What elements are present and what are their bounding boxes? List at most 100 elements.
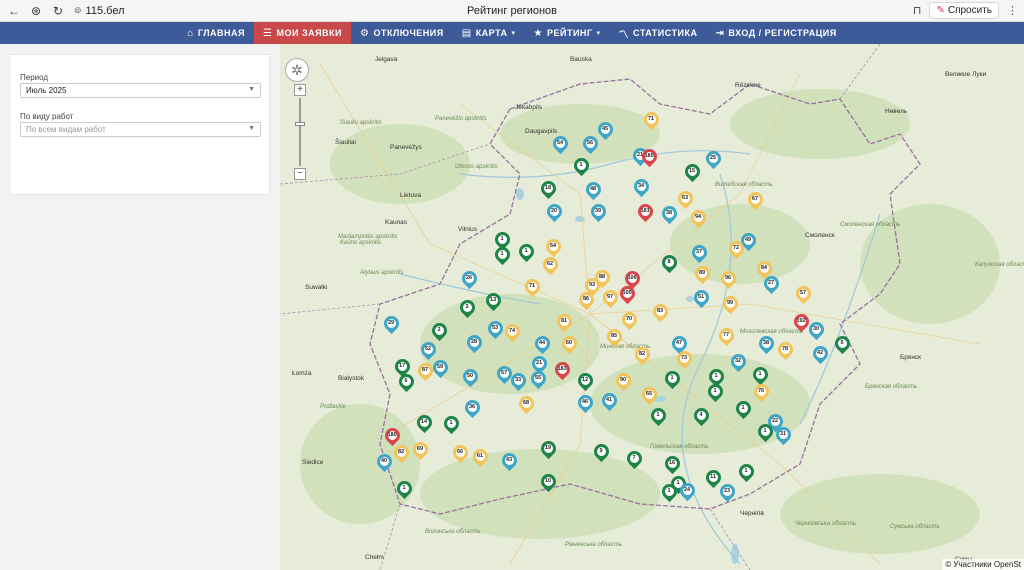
region-marker-green[interactable]: 1 (515, 240, 537, 264)
region-marker-green[interactable]: 1 (658, 480, 680, 504)
region-marker-green[interactable]: 18 (537, 177, 559, 201)
region-marker-yellow[interactable]: 70 (618, 308, 640, 332)
region-marker-yellow[interactable]: 77 (715, 324, 737, 348)
region-marker-green[interactable]: 1 (647, 404, 669, 428)
region-marker-green[interactable]: 1 (393, 477, 415, 501)
region-marker-green[interactable]: 19 (537, 437, 559, 461)
region-marker-green[interactable]: 9 (590, 440, 612, 464)
region-marker-yellow[interactable]: 81 (553, 310, 575, 334)
region-marker-yellow[interactable]: 57 (792, 282, 814, 306)
nav-item-3[interactable]: ▤ КАРТА ▾ (453, 22, 525, 44)
region-marker-blue[interactable]: 25 (702, 147, 724, 171)
worktype-select[interactable]: По всем видам работ ▼ (20, 122, 261, 137)
region-marker-yellow[interactable]: 78 (774, 338, 796, 362)
nav-item-4[interactable]: ★ РЕЙТИНГ ▾ (525, 22, 610, 44)
region-marker-yellow[interactable]: 60 (558, 332, 580, 356)
period-select[interactable]: Июль 2025 ▼ (20, 83, 261, 98)
region-marker-blue[interactable]: 50 (459, 365, 481, 389)
region-marker-green[interactable]: 1 (570, 154, 592, 178)
region-marker-yellow[interactable]: 65 (638, 383, 660, 407)
region-marker-green[interactable]: 1 (704, 380, 726, 404)
region-marker-yellow[interactable]: 94 (687, 206, 709, 230)
region-marker-blue[interactable]: 38 (755, 332, 777, 356)
zoom-slider[interactable] (295, 98, 305, 166)
region-marker-yellow[interactable]: 97 (599, 286, 621, 310)
region-marker-yellow[interactable]: 88 (591, 266, 613, 290)
region-marker-yellow[interactable]: 73 (673, 347, 695, 371)
map-attribution[interactable]: © Участники OpenSt (942, 559, 1024, 570)
nav-item-0[interactable]: ⌂ ГЛАВНАЯ (178, 22, 254, 44)
address-bar[interactable]: ⊚ 115.бел (74, 5, 125, 17)
region-marker-yellow[interactable]: 61 (469, 445, 491, 469)
region-marker-blue[interactable]: 33 (507, 369, 529, 393)
region-marker-yellow[interactable]: 68 (515, 392, 537, 416)
zoom-in-button[interactable]: + (294, 84, 306, 96)
region-marker-green[interactable]: 2 (428, 319, 450, 343)
shield-icon[interactable]: ⊛ (28, 3, 44, 19)
region-marker-blue[interactable]: 28 (463, 331, 485, 355)
region-marker-blue[interactable]: 38 (658, 202, 680, 226)
region-marker-blue[interactable]: 54 (549, 132, 571, 156)
region-marker-yellow[interactable]: 62 (539, 253, 561, 277)
region-marker-blue[interactable]: 24 (676, 479, 698, 503)
region-marker-yellow[interactable]: 87 (414, 359, 436, 383)
region-marker-red[interactable]: 192 (790, 310, 812, 334)
ask-button[interactable]: ✎ Спросить (929, 2, 999, 19)
region-marker-green[interactable]: 15 (681, 160, 703, 184)
region-marker-blue[interactable]: 56 (579, 132, 601, 156)
region-marker-yellow[interactable]: 67 (744, 188, 766, 212)
region-marker-blue[interactable]: 46 (574, 391, 596, 415)
region-marker-blue[interactable]: 42 (809, 342, 831, 366)
region-marker-green[interactable]: 1 (661, 367, 683, 391)
back-arrow-icon[interactable]: ← (6, 3, 22, 19)
region-marker-blue[interactable]: 59 (429, 356, 451, 380)
region-marker-blue[interactable]: 30 (805, 318, 827, 342)
region-marker-yellow[interactable]: 71 (640, 108, 662, 132)
region-marker-yellow[interactable]: 89 (691, 262, 713, 286)
region-marker-blue[interactable]: 57 (493, 362, 515, 386)
region-marker-yellow[interactable]: 72 (725, 237, 747, 261)
region-marker-green[interactable]: 11 (702, 466, 724, 490)
region-marker-green[interactable]: 1 (491, 243, 513, 267)
region-marker-blue[interactable]: 32 (727, 350, 749, 374)
region-marker-yellow[interactable]: 83 (649, 300, 671, 324)
region-marker-blue[interactable]: 40 (373, 450, 395, 474)
region-marker-green[interactable]: 16 (661, 452, 683, 476)
region-marker-green[interactable]: 10 (537, 470, 559, 494)
layers-gear-icon[interactable]: ✲ (285, 58, 309, 82)
region-marker-blue[interactable]: 37 (688, 241, 710, 265)
zoom-out-button[interactable]: − (294, 168, 306, 180)
region-marker-green[interactable]: 1 (732, 397, 754, 421)
region-marker-blue[interactable]: 55 (527, 367, 549, 391)
region-marker-blue[interactable]: 39 (587, 200, 609, 224)
region-marker-green[interactable]: 14 (413, 411, 435, 435)
region-marker-green[interactable]: 12 (574, 369, 596, 393)
nav-item-5[interactable]: 〽 СТАТИСТИКА (610, 22, 707, 44)
region-marker-yellow[interactable]: 96 (717, 267, 739, 291)
region-marker-blue[interactable]: 29 (380, 312, 402, 336)
region-marker-blue[interactable]: 51 (690, 286, 712, 310)
nav-item-2[interactable]: ⚙ ОТКЛЮЧЕНИЯ (351, 22, 453, 44)
reload-icon[interactable]: ↻ (50, 3, 66, 19)
region-marker-green[interactable]: 1 (735, 460, 757, 484)
region-marker-blue[interactable]: 26 (458, 267, 480, 291)
region-marker-blue[interactable]: 44 (531, 332, 553, 356)
region-marker-yellow[interactable]: 82 (631, 343, 653, 367)
region-marker-blue[interactable]: 43 (498, 449, 520, 473)
region-marker-red[interactable]: 105 (616, 282, 638, 306)
regions-map[interactable]: Jelgava Bauska Rēzekne Jēkabpils Daugavpils Š… (280, 44, 1024, 570)
region-marker-red[interactable]: 185 (638, 145, 660, 169)
region-marker-blue[interactable]: 52 (417, 338, 439, 362)
region-marker-yellow[interactable]: 63 (674, 187, 696, 211)
region-marker-blue[interactable]: 53 (484, 317, 506, 341)
region-marker-blue[interactable]: 36 (461, 396, 483, 420)
region-marker-blue[interactable]: 34 (630, 175, 652, 199)
bookmark-icon[interactable]: ⊓ (913, 4, 922, 17)
zoom-slider-knob[interactable] (295, 122, 305, 126)
region-marker-blue[interactable]: 45 (594, 118, 616, 142)
nav-item-1[interactable]: ☰ МОИ ЗАЯВКИ (254, 22, 352, 44)
region-marker-yellow[interactable]: 86 (575, 288, 597, 312)
region-marker-green[interactable]: 4 (690, 404, 712, 428)
nav-item-6[interactable]: ⇥ ВХОД / РЕГИСТРАЦИЯ (707, 22, 846, 44)
region-marker-blue[interactable]: 27 (760, 272, 782, 296)
